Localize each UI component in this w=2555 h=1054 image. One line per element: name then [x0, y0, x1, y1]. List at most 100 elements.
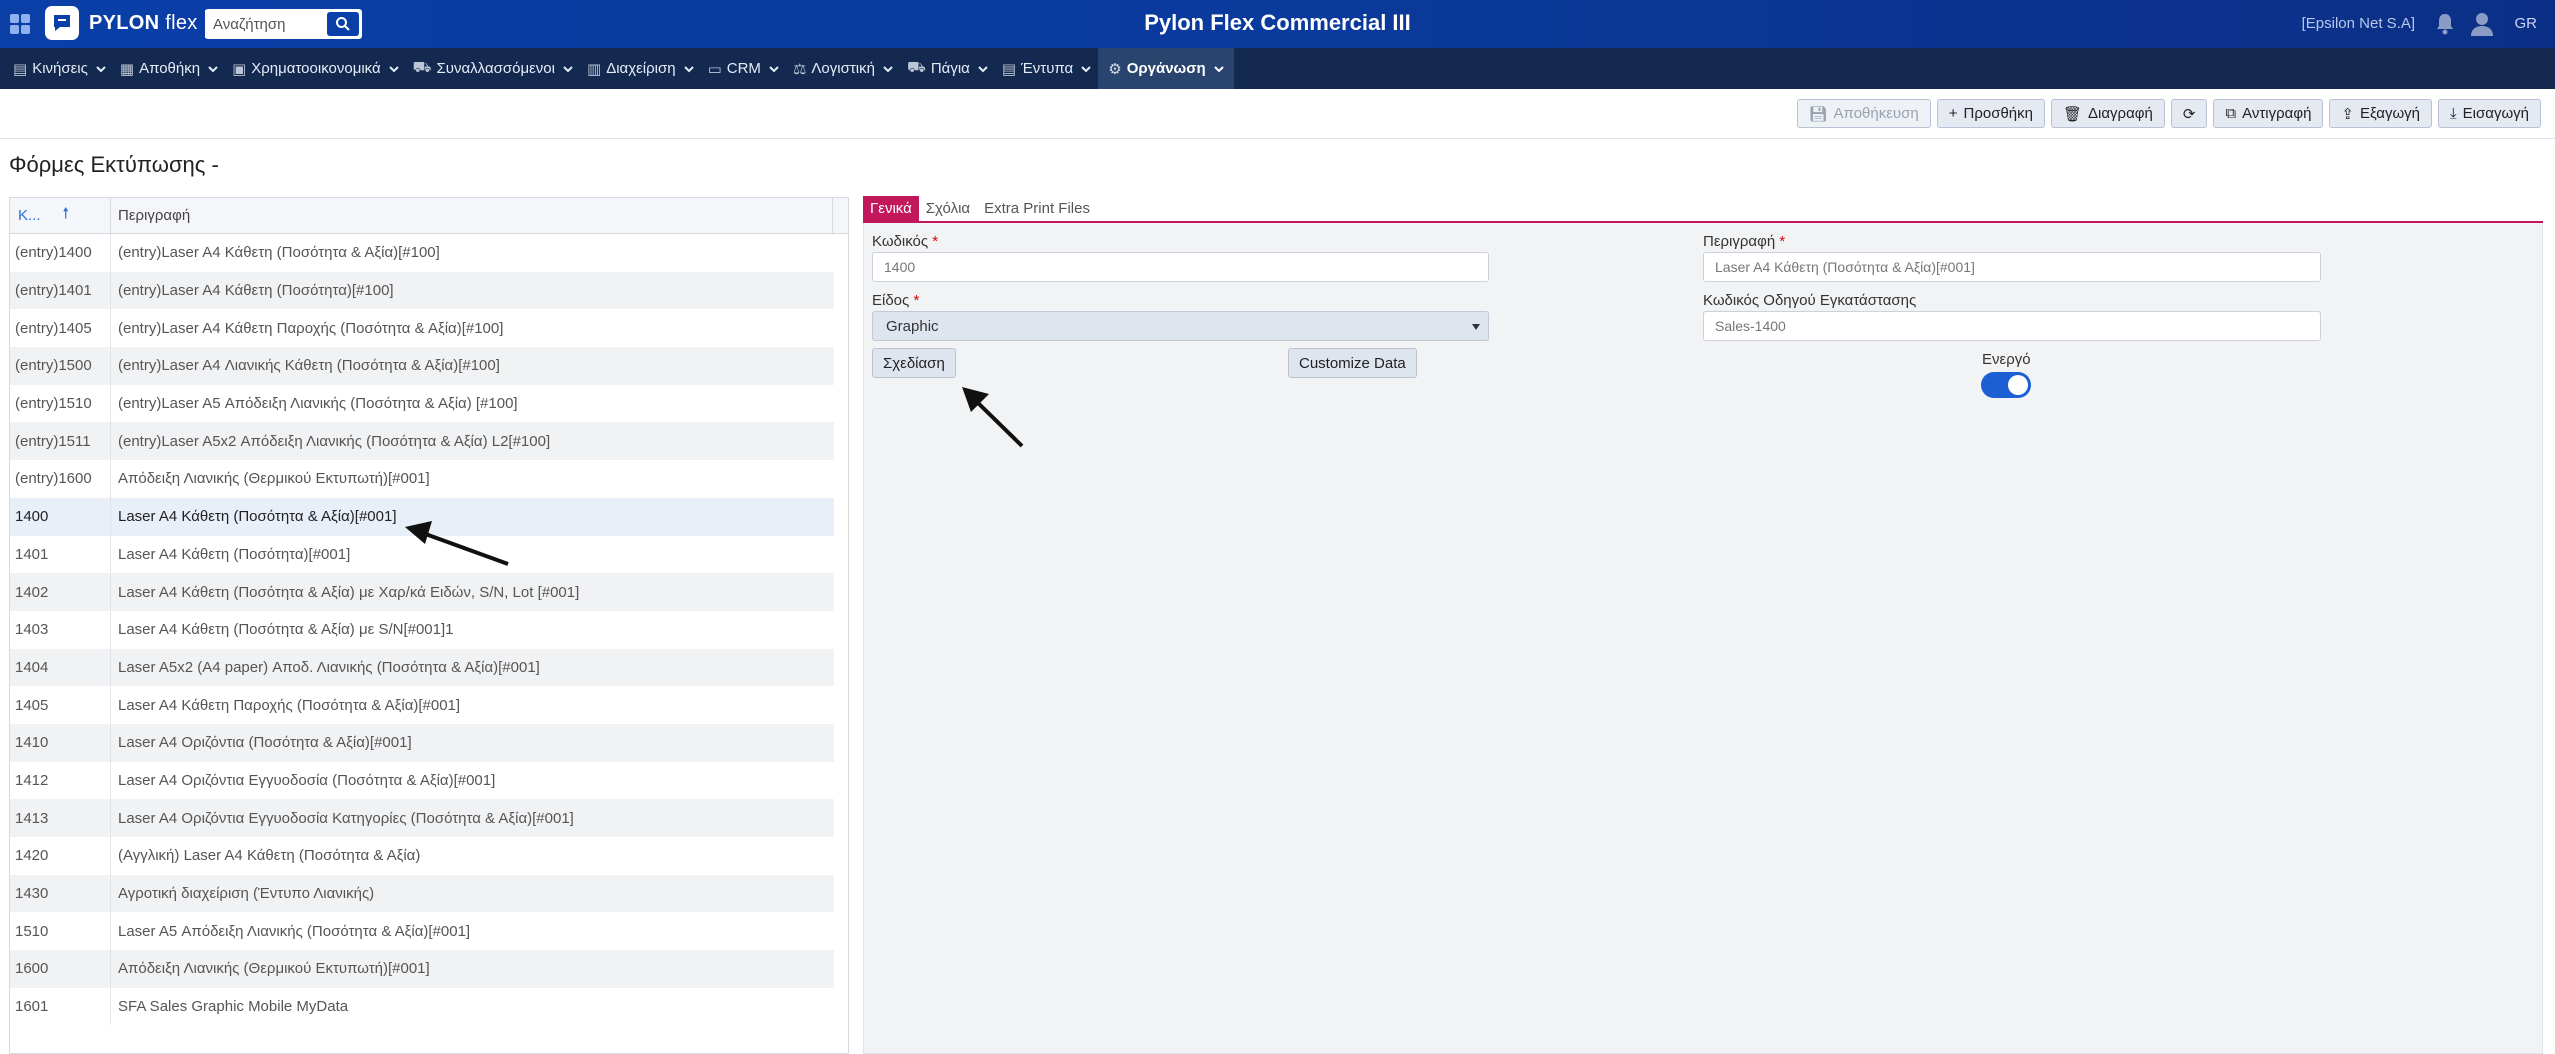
- cell-code: (entry)1405: [10, 309, 111, 348]
- delete-button[interactable]: 🗑︎ Διαγραφή: [2050, 99, 2165, 128]
- menu-item-kiniseis[interactable]: ▤ Κινήσεις: [6, 48, 113, 89]
- table-row[interactable]: 1601 SFA Sales Graphic Mobile MyData: [10, 987, 834, 1026]
- table-row[interactable]: (entry)1401 (entry)Laser A4 Κάθετη (Ποσότ…: [10, 271, 834, 310]
- menu-item-diaxeirisi[interactable]: ▥ Διαχείριση: [580, 48, 701, 89]
- install-driver-code-field[interactable]: Sales-1400: [1703, 311, 2321, 341]
- cell-description: (entry)Laser A5x2 Απόδειξη Λιανικής (Ποσ…: [118, 432, 551, 450]
- chevron-down-icon: [1081, 60, 1091, 77]
- cell-description: (entry)Laser A4 Κάθετη Παροχής (Ποσότητα…: [118, 319, 504, 337]
- detail-panel: Κωδικός * 1400 Περιγραφή * Laser A4 Κάθε…: [863, 223, 2543, 1054]
- table-row[interactable]: 1600 Απόδειξη Λιανικής (Θερμικού Εκτυπωτή…: [10, 950, 834, 988]
- tab-comments[interactable]: Σχόλια: [919, 196, 977, 221]
- active-label: Ενεργό: [1982, 351, 2031, 368]
- table-row[interactable]: (entry)1405 (entry)Laser A4 Κάθετη Παροχή…: [10, 309, 834, 348]
- sort-ascending-icon[interactable]: 🠕: [63, 203, 69, 228]
- tab-general[interactable]: Γενικά: [863, 196, 919, 221]
- chevron-down-icon: [1213, 60, 1224, 77]
- user-icon[interactable]: [2469, 11, 2495, 42]
- save-button[interactable]: 💾︎ Αποθήκευση: [1796, 99, 1931, 128]
- truck-icon: ⛟: [906, 59, 926, 76]
- menu-item-apothiki[interactable]: ▦ Αποθήκη: [113, 48, 225, 89]
- cell-code: 1510: [10, 912, 111, 951]
- column-header-description[interactable]: Περιγραφή: [111, 198, 833, 233]
- table-row[interactable]: (entry)1510 (entry)Laser A5 Απόδειξη Λιαν…: [10, 384, 834, 423]
- cell-description: Laser A4 Κάθετη (Ποσότητα & Αξία) με S/N…: [118, 621, 454, 639]
- trash-icon: 🗑︎: [2062, 105, 2083, 123]
- menu-item-crm[interactable]: ▭ CRM: [701, 48, 786, 89]
- cell-description: Laser A4 Οριζόντια Εγγυοδοσία (Ποσότητα …: [118, 771, 496, 789]
- table-row[interactable]: 1412 Laser A4 Οριζόντια Εγγυοδοσία (Ποσότ…: [10, 761, 834, 800]
- id-card-icon: ▭: [707, 60, 722, 78]
- dropdown-caret-icon: [1472, 324, 1480, 330]
- chevron-down-icon: [388, 60, 399, 77]
- column-header-code[interactable]: Κ... 🠕: [10, 198, 111, 233]
- table-row[interactable]: 1413 Laser A4 Οριζόντια Εγγυοδοσία Κατηγο…: [10, 799, 834, 837]
- search-input[interactable]: [205, 10, 325, 38]
- table-row[interactable]: 1410 Laser A4 Οριζόντια (Ποσότητα & Αξία)…: [10, 723, 834, 762]
- menu-item-organosi[interactable]: ⚙ Οργάνωση: [1098, 48, 1234, 89]
- refresh-button[interactable]: ⟳: [2170, 99, 2208, 128]
- active-toggle[interactable]: [1981, 372, 2031, 398]
- cell-description: (entry)Laser A5 Απόδειξη Λιανικής (Ποσότ…: [118, 395, 518, 413]
- design-button[interactable]: Σχεδίαση: [872, 348, 956, 378]
- table-row[interactable]: (entry)1511 (entry)Laser A5x2 Απόδειξη Λι…: [10, 422, 834, 461]
- code-field[interactable]: 1400: [872, 252, 1489, 282]
- tab-extra-print-files[interactable]: Extra Print Files: [977, 196, 1097, 221]
- cell-description: Laser A4 Οριζόντια Εγγυοδοσία Κατηγορίες…: [118, 809, 574, 827]
- copy-button[interactable]: ⧉ Αντιγραφή: [2213, 99, 2324, 128]
- customize-data-button[interactable]: Customize Data: [1288, 348, 1417, 378]
- chevron-down-icon: [683, 60, 694, 77]
- table-row[interactable]: 1400 Laser A4 Κάθετη (Ποσότητα & Αξία)[#0…: [10, 497, 834, 536]
- table-row[interactable]: 1401 Laser A4 Κάθετη (Ποσότητα)[#001]: [10, 535, 834, 574]
- gear-icon: ⚙: [1108, 60, 1122, 78]
- chevron-down-icon: [208, 60, 218, 77]
- cell-code: 1412: [10, 761, 111, 800]
- import-button[interactable]: ⤓ Εισαγωγή: [2438, 99, 2541, 128]
- table-row[interactable]: 1402 Laser A4 Κάθετη (Ποσότητα & Αξία) με…: [10, 573, 834, 611]
- main-menu: ▤ Κινήσεις ▦ Αποθήκη ▣ Χρηματοοικονομικά ⛟ Σ…: [0, 48, 2555, 89]
- required-mark: *: [913, 292, 920, 309]
- app-title: Pylon Flex Commercial III: [1144, 10, 1411, 35]
- menu-item-pagia[interactable]: ⛟ Πάγια: [900, 48, 995, 89]
- table-row[interactable]: 1404 Laser A5x2 (A4 paper) Αποδ. Λιανικής…: [10, 648, 834, 687]
- export-button[interactable]: ⇪ Εξαγωγή: [2329, 99, 2433, 128]
- type-select[interactable]: Graphic: [872, 311, 1489, 341]
- chevron-down-icon: [883, 60, 893, 77]
- search-button[interactable]: [327, 12, 359, 36]
- menu-item-entypa[interactable]: ▤ Έντυπα: [995, 48, 1098, 89]
- description-field[interactable]: Laser A4 Κάθετη (Ποσότητα & Αξία)[#001]: [1703, 252, 2321, 282]
- table-row[interactable]: (entry)1400 (entry)Laser A4 Κάθετη (Ποσότ…: [10, 234, 834, 272]
- cell-code: 1401: [10, 535, 111, 574]
- table-row[interactable]: (entry)1600 Απόδειξη Λιανικής (Θερμικού Ε…: [10, 460, 834, 498]
- table-row[interactable]: (entry)1500 (entry)Laser A4 Λιανικής Κάθε…: [10, 347, 834, 385]
- app-logo[interactable]: PYLON flex: [45, 6, 198, 40]
- apps-grid-icon[interactable]: [10, 14, 30, 34]
- cell-code: 1400: [10, 497, 111, 536]
- table-row[interactable]: 1403 Laser A4 Κάθετη (Ποσότητα & Αξία) με…: [10, 610, 834, 649]
- table-row[interactable]: 1420 (Αγγλική) Laser A4 Κάθετη (Ποσότητα …: [10, 837, 834, 875]
- bell-icon[interactable]: [2434, 12, 2456, 41]
- language-selector[interactable]: GR: [2515, 15, 2538, 32]
- toggle-knob: [2008, 375, 2028, 395]
- cell-code: (entry)1511: [10, 422, 111, 461]
- cell-code: 1402: [10, 573, 111, 611]
- cell-code: 1430: [10, 874, 111, 913]
- document-icon: ▤: [13, 60, 28, 78]
- menu-item-xrimatooikonomika[interactable]: ▣ Χρηματοοικονομικά: [225, 48, 406, 89]
- cell-description: Αγροτική διαχείριση (Έντυπο Λιανικής): [118, 885, 375, 903]
- refresh-icon: ⟳: [2182, 105, 2196, 123]
- menu-item-synallassomenoi[interactable]: ⛟ Συναλλασσόμενοι: [406, 48, 580, 89]
- description-label: Περιγραφή *: [1703, 233, 1786, 250]
- download-icon: ⤓: [2450, 105, 2457, 122]
- toolbar: 💾︎ Αποθήκευση + Προσθήκη 🗑︎ Διαγραφή ⟳ ⧉ Αντ…: [1796, 99, 2541, 128]
- table-row[interactable]: 1510 Laser A5 Απόδειξη Λιανικής (Ποσότητα…: [10, 912, 834, 951]
- menu-item-logistiki[interactable]: ⚖ Λογιστική: [786, 48, 900, 89]
- truck-icon: ⛟: [412, 59, 432, 76]
- add-button[interactable]: + Προσθήκη: [1936, 99, 2045, 128]
- cell-description: SFA Sales Graphic Mobile MyData: [118, 998, 349, 1016]
- table-row[interactable]: 1405 Laser A4 Κάθετη Παροχής (Ποσότητα & …: [10, 686, 834, 724]
- print-forms-grid: Κ... 🠕 Περιγραφή (entry)1400 (entry)Laser …: [9, 197, 849, 1054]
- grid-header: Κ... 🠕 Περιγραφή: [10, 198, 848, 234]
- table-row[interactable]: 1430 Αγροτική διαχείριση (Έντυπο Λιανικής…: [10, 874, 834, 913]
- chevron-down-icon: [769, 60, 779, 77]
